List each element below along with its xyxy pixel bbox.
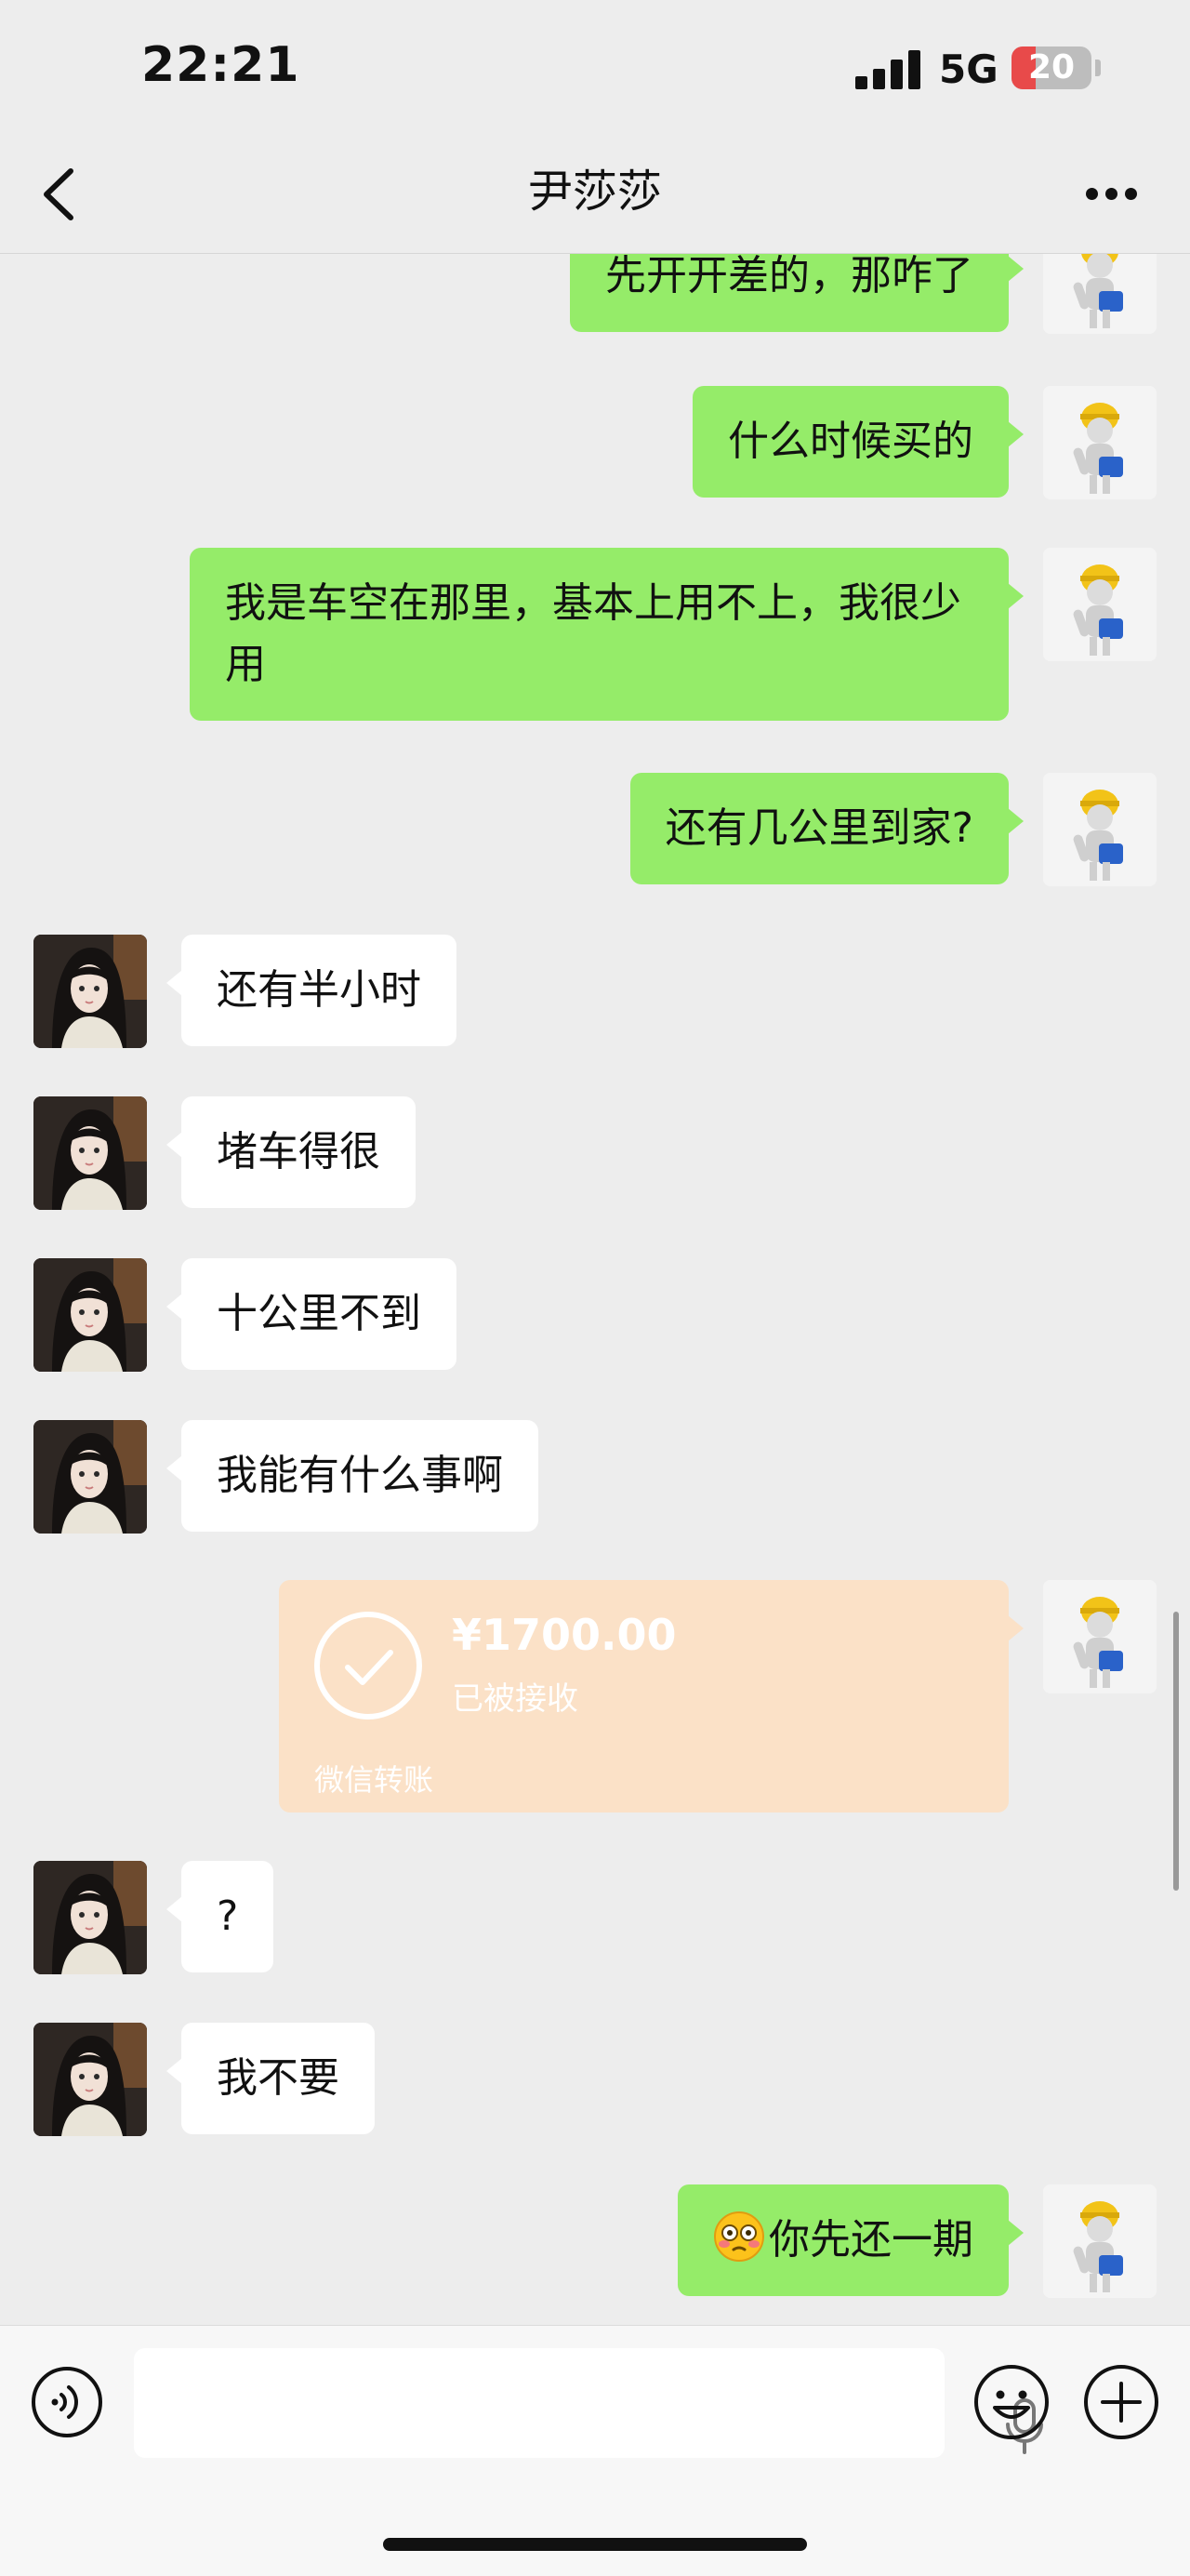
chat-title: 尹莎莎 — [527, 166, 662, 218]
transfer-card[interactable]: ¥1700.00 已被接收 微信转账 — [279, 1580, 1024, 1812]
emoji-icon[interactable] — [972, 2363, 1051, 2441]
message-incoming: 我不要 — [0, 2023, 1190, 2136]
incoming-bubble[interactable]: 十公里不到 — [166, 1258, 456, 1370]
status-bar: 22:21 5G 20 — [0, 0, 1190, 139]
outgoing-bubble[interactable]: 我是车空在那里，基本上用不上，我很少用 — [190, 548, 1024, 721]
my-avatar[interactable] — [1043, 386, 1157, 499]
contact-avatar[interactable] — [33, 1861, 147, 1974]
contact-avatar[interactable] — [33, 2023, 147, 2136]
contact-avatar[interactable] — [33, 1096, 147, 1210]
more-dots-icon[interactable] — [1086, 188, 1138, 203]
battery-level: 20 — [1027, 48, 1076, 86]
message-text: ? — [217, 1892, 239, 1940]
message-text: 我不要 — [217, 2054, 339, 2102]
chat-message-list: 先开开差的，那咋了 什么时候买的 我是车空在那里，基本上用不上，我很少用 还有几… — [0, 254, 1190, 2324]
incoming-bubble[interactable]: 还有半小时 — [166, 935, 456, 1046]
my-avatar[interactable] — [1043, 254, 1157, 334]
my-avatar[interactable] — [1043, 773, 1157, 886]
network-type: 5G — [939, 46, 998, 92]
contact-avatar[interactable] — [33, 1258, 147, 1372]
message-incoming: ? — [0, 1861, 1190, 1974]
message-text: 堵车得很 — [217, 1128, 380, 1175]
outgoing-bubble[interactable]: 什么时候买的 — [693, 386, 1024, 498]
status-time: 22:21 — [141, 37, 300, 93]
check-circle-icon — [314, 1612, 422, 1720]
chevron-left-icon[interactable] — [32, 162, 87, 227]
transfer-status: 已被接收 — [452, 1680, 578, 1718]
incoming-bubble[interactable]: 我能有什么事啊 — [166, 1420, 538, 1532]
message-incoming: 十公里不到 — [0, 1258, 1190, 1372]
message-incoming: 还有半小时 — [0, 935, 1190, 1048]
message-outgoing: 我是车空在那里，基本上用不上，我很少用 — [0, 548, 1190, 724]
message-text: 我是车空在那里，基本上用不上，我很少用 — [225, 579, 961, 688]
incoming-bubble[interactable]: 我不要 — [166, 2023, 375, 2134]
chat-scrollbar[interactable] — [1173, 1612, 1179, 1891]
message-text: 先开开差的，那咋了 — [605, 254, 973, 299]
transfer-brand: 微信转账 — [314, 1762, 434, 1798]
voice-input-icon[interactable] — [30, 2365, 104, 2439]
chat-header: 尹莎莎 — [0, 139, 1190, 254]
outgoing-bubble[interactable]: 先开开差的，那咋了 — [570, 254, 1024, 332]
message-outgoing: 还有几公里到家? — [0, 773, 1190, 886]
battery-icon: 20 — [1012, 46, 1091, 89]
message-text: 还有几公里到家? — [665, 804, 973, 852]
battery-tip — [1095, 60, 1101, 76]
incoming-bubble[interactable]: 堵车得很 — [166, 1096, 416, 1208]
message-outgoing: 先开开差的，那咋了 — [0, 254, 1190, 347]
message-text: 你先还一期 — [769, 2216, 973, 2264]
message-text: 十公里不到 — [217, 1290, 421, 1337]
plus-icon[interactable] — [1082, 2363, 1160, 2441]
message-incoming: 堵车得很 — [0, 1096, 1190, 1210]
message-outgoing-transfer: ¥1700.00 已被接收 微信转账 — [0, 1580, 1190, 1814]
outgoing-bubble[interactable]: 还有几公里到家? — [629, 773, 1025, 884]
message-text: 什么时候买的 — [728, 418, 973, 465]
signal-icon — [855, 48, 920, 89]
contact-avatar[interactable] — [33, 1420, 147, 1534]
message-text: 我能有什么事啊 — [217, 1452, 503, 1499]
message-incoming: 我能有什么事啊 — [0, 1420, 1190, 1534]
incoming-bubble[interactable]: ? — [165, 1861, 274, 1972]
my-avatar[interactable] — [1043, 2184, 1157, 2298]
message-input[interactable] — [134, 2348, 1043, 2458]
message-outgoing: 你先还一期 — [0, 2184, 1190, 2298]
flushed-face-emoji — [714, 2211, 764, 2262]
my-avatar[interactable] — [1043, 1580, 1157, 1693]
contact-avatar[interactable] — [33, 935, 147, 1048]
home-indicator[interactable] — [383, 2538, 807, 2551]
outgoing-bubble[interactable]: 你先还一期 — [678, 2184, 1024, 2296]
my-avatar[interactable] — [1043, 548, 1157, 661]
chat-input-bar — [0, 2325, 1190, 2576]
message-text: 还有半小时 — [217, 966, 421, 1014]
transfer-amount: ¥1700.00 — [452, 1610, 677, 1660]
message-outgoing: 什么时候买的 — [0, 386, 1190, 499]
